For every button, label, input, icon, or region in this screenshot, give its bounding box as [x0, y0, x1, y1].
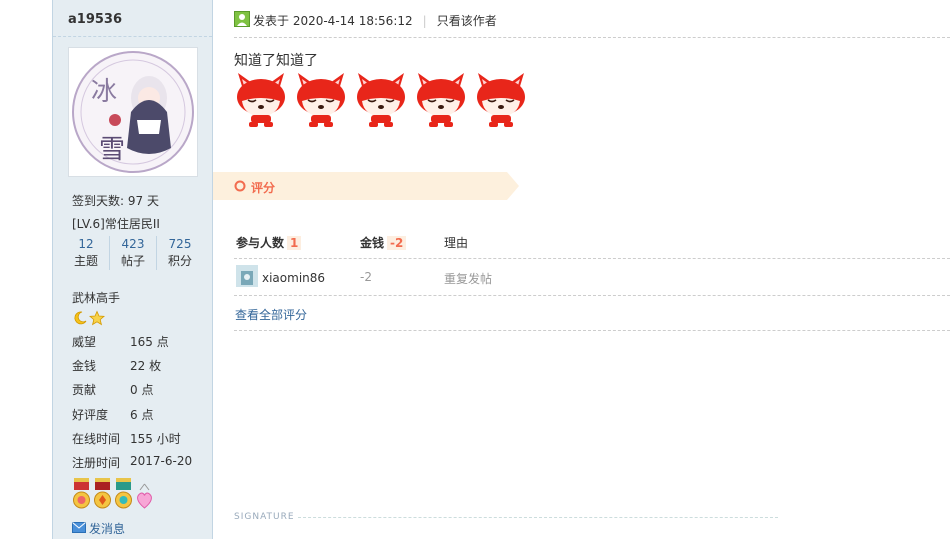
info-reputation: 好评度 6 点 [72, 406, 153, 423]
star-icon [88, 310, 106, 329]
view-all-ratings-link[interactable]: 查看全部评分 [235, 306, 307, 323]
send-message-label[interactable]: 发消息 [89, 520, 125, 537]
rater-username[interactable]: xiaomin86 [262, 271, 325, 285]
header-divider [234, 37, 950, 38]
medal-icon[interactable] [114, 478, 133, 510]
stat-posts-num[interactable]: 423 [110, 236, 156, 253]
checkin-days: 签到天数: 97 天 [72, 194, 159, 208]
stat-points[interactable]: 725 积分 [157, 236, 203, 270]
avatar[interactable]: 冰 雪 [68, 47, 198, 177]
info-value: 2017-6-20 [130, 454, 193, 468]
signature-label: SIGNATURE [234, 512, 295, 522]
signature-divider: SIGNATURE [234, 512, 778, 522]
money-total: -2 [387, 236, 407, 250]
fox-emoticon-icon [354, 69, 408, 132]
info-contribution: 贡献 0 点 [72, 381, 153, 398]
author-only-link[interactable]: 只看该作者 [437, 12, 497, 29]
info-key: 金钱 [72, 359, 97, 373]
mail-icon [72, 521, 86, 536]
info-value: 0 点 [130, 383, 154, 397]
user-stats: 12 主题 423 帖子 725 积分 [63, 236, 203, 270]
moon-icon [72, 310, 88, 329]
send-message-link[interactable]: 发消息 [72, 520, 125, 537]
stat-posts-label[interactable]: 帖子 [110, 253, 156, 270]
info-key: 在线时间 [72, 432, 121, 446]
stat-points-num[interactable]: 725 [157, 236, 203, 253]
fox-emoticon-icon [414, 69, 468, 132]
col-money-label: 金钱 [360, 236, 385, 250]
rating-label: 评分 [251, 181, 276, 195]
rating-bottom-divider [234, 330, 950, 331]
col-reason: 理由 [444, 236, 469, 250]
circle-icon [234, 180, 246, 195]
signature-line [297, 516, 778, 518]
col-participants: 参与人数 1 [236, 234, 302, 251]
info-key: 威望 [72, 335, 97, 349]
table-divider [234, 258, 950, 259]
info-value: 155 小时 [130, 432, 181, 446]
info-key: 注册时间 [72, 456, 121, 470]
divider [53, 36, 212, 37]
rank-badges [72, 310, 106, 329]
rating-section-title: 评分 [234, 179, 275, 196]
post-time: 发表于 2020-4-14 18:56:12 [253, 14, 413, 28]
row-divider [234, 295, 950, 296]
avatar-char-1: 冰 [91, 77, 117, 107]
stat-threads-num[interactable]: 12 [63, 236, 109, 253]
table-row: xiaomin86 [236, 265, 325, 290]
col-participants-label: 参与人数 [236, 236, 285, 250]
post-header: 发表于 2020-4-14 18:56:12 | 只看该作者 [234, 11, 497, 30]
info-money: 金钱 22 枚 [72, 357, 161, 374]
info-key: 好评度 [72, 408, 109, 422]
info-value: 22 枚 [130, 359, 162, 373]
fox-emoticon-icon [234, 69, 288, 132]
user-sidebar: a19536 冰 雪 签到天数: 97 天 [LV.6]常住居民II 12 主题… [52, 0, 213, 539]
user-group[interactable]: 武林高手 [72, 289, 120, 306]
username-link[interactable]: a19536 [68, 12, 122, 27]
post-main: 发表于 2020-4-14 18:56:12 | 只看该作者 知道了知道了 评分… [213, 0, 950, 539]
heart-medal-icon[interactable] [135, 478, 154, 510]
stat-threads-label[interactable]: 主题 [63, 253, 109, 270]
info-prestige: 威望 165 点 [72, 333, 169, 350]
avatar-char-2: 雪 [99, 135, 125, 165]
info-key: 贡献 [72, 383, 97, 397]
stat-points-label[interactable]: 积分 [157, 253, 203, 270]
medal-icon[interactable] [93, 478, 112, 510]
emoticon-row [234, 69, 528, 132]
separator: | [422, 13, 427, 28]
participants-count: 1 [287, 236, 302, 250]
user-avatar-icon[interactable] [236, 265, 258, 290]
info-value: 165 点 [130, 335, 169, 349]
fox-emoticon-icon [294, 69, 348, 132]
fox-emoticon-icon [474, 69, 528, 132]
info-register-date: 注册时间 2017-6-20 [72, 454, 192, 471]
post-content: 知道了知道了 [234, 53, 318, 69]
col-money: 金钱 -2 [360, 234, 407, 251]
info-online-time: 在线时间 155 小时 [72, 430, 181, 447]
medal-icon[interactable] [72, 478, 91, 510]
rater-reason: 重复发帖 [444, 272, 493, 286]
info-value: 6 点 [130, 408, 154, 422]
medal-list [72, 478, 154, 510]
rater-money: -2 [360, 270, 372, 284]
online-status-icon [234, 11, 250, 30]
stat-posts[interactable]: 423 帖子 [110, 236, 157, 270]
user-level[interactable]: [LV.6]常住居民II [72, 215, 160, 232]
stat-threads[interactable]: 12 主题 [63, 236, 110, 270]
